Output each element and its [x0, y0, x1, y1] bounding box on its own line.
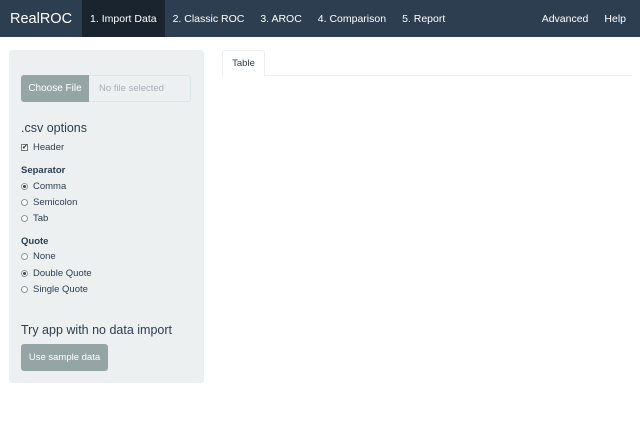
tab-table[interactable]: Table [222, 50, 265, 77]
quote-label: Quote [21, 236, 49, 247]
separator-option-label: Tab [33, 213, 49, 224]
file-input: Choose File No file selected [21, 75, 191, 102]
sidebar-panel: Choose File No file selected .csv option… [9, 50, 204, 383]
nav-tab-aroc[interactable]: 3. AROC [252, 0, 309, 37]
choose-file-button[interactable]: Choose File [21, 75, 89, 102]
use-sample-data-button[interactable]: Use sample data [21, 344, 108, 371]
header-checkbox[interactable]: ✔ Header [21, 142, 64, 153]
radio-unselected-icon[interactable] [21, 253, 28, 260]
app-brand[interactable]: RealROC [0, 0, 82, 37]
nav-help[interactable]: Help [596, 0, 640, 37]
radio-selected-icon[interactable] [21, 270, 28, 277]
file-name-field[interactable]: No file selected [89, 75, 191, 102]
quote-option-single[interactable]: Single Quote [21, 284, 88, 295]
sample-data-title: Try app with no data import [21, 323, 172, 337]
radio-unselected-icon[interactable] [21, 199, 28, 206]
separator-option-label: Comma [33, 181, 67, 192]
quote-option-label: Double Quote [33, 268, 92, 279]
quote-option-double[interactable]: Double Quote [21, 268, 92, 279]
separator-option-comma[interactable]: Comma [21, 181, 66, 192]
radio-unselected-icon[interactable] [21, 215, 28, 222]
separator-option-tab[interactable]: Tab [21, 213, 48, 224]
main-tabs: Table [222, 50, 632, 77]
nav-tab-import-data[interactable]: 1. Import Data [82, 0, 165, 37]
separator-label: Separator [21, 165, 66, 176]
nav-tab-report[interactable]: 5. Report [394, 0, 453, 37]
quote-option-none[interactable]: None [21, 251, 56, 262]
radio-selected-icon[interactable] [21, 183, 28, 190]
nav-advanced[interactable]: Advanced [534, 0, 597, 37]
header-checkbox-label: Header [33, 142, 65, 153]
sample-button-wrap: Use sample data [21, 344, 108, 371]
nav-tab-classic-roc[interactable]: 2. Classic ROC [165, 0, 253, 37]
nav-tab-comparison[interactable]: 4. Comparison [310, 0, 394, 37]
top-navbar: RealROC 1. Import Data 2. Classic ROC 3.… [0, 0, 640, 37]
checkbox-checked-icon[interactable]: ✔ [21, 144, 28, 151]
separator-option-semicolon[interactable]: Semicolon [21, 197, 77, 208]
separator-option-label: Semicolon [33, 197, 78, 208]
quote-option-label: Single Quote [33, 284, 88, 295]
quote-option-label: None [33, 251, 56, 262]
radio-unselected-icon[interactable] [21, 286, 28, 293]
csv-options-title: .csv options [21, 121, 88, 135]
